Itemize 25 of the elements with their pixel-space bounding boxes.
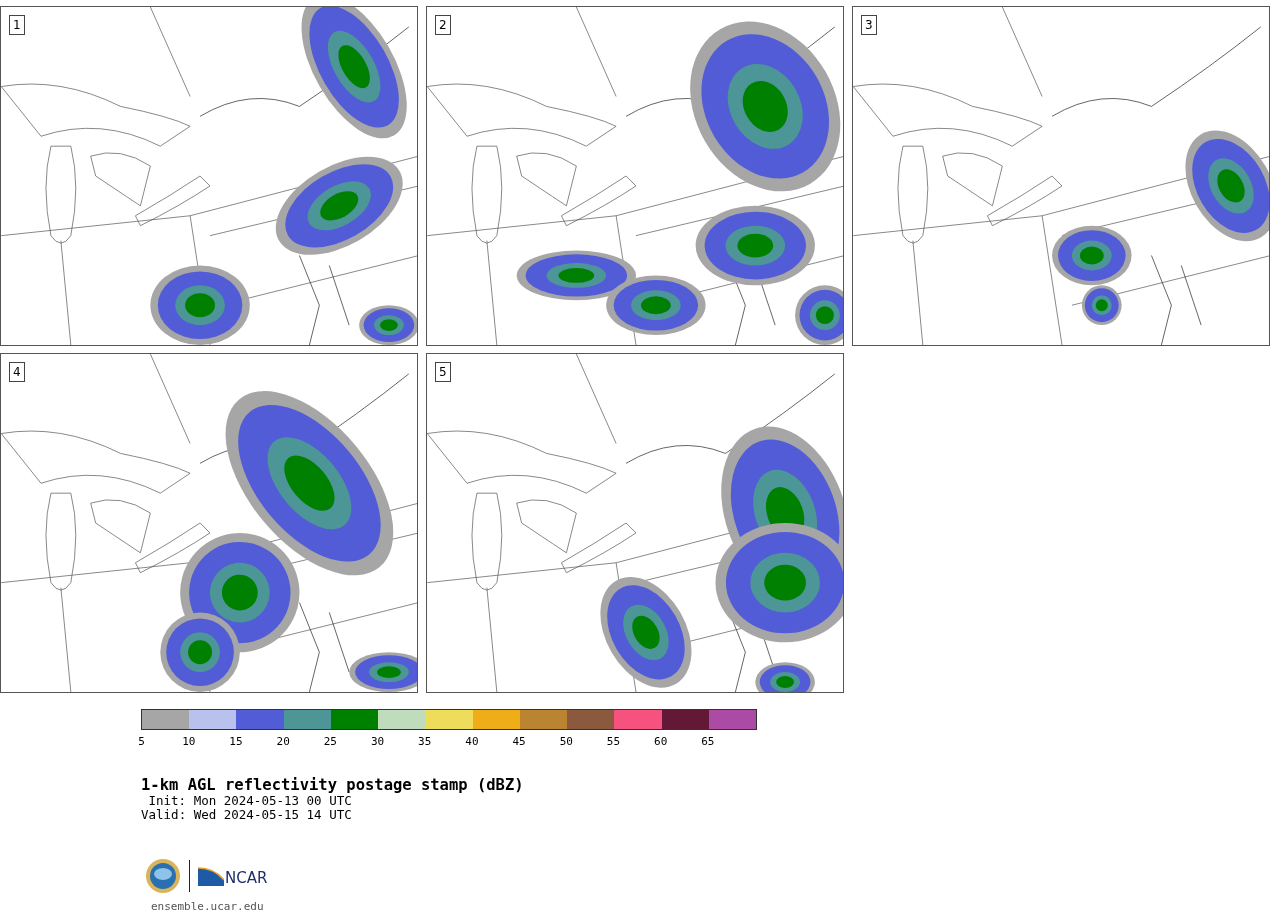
tick-label: 30 — [369, 735, 386, 748]
seal-icon — [145, 858, 181, 894]
panel-number: 4 — [9, 362, 25, 382]
init-time: Init: Mon 2024-05-13 00 UTC — [147, 794, 353, 808]
tick-label: 35 — [417, 735, 433, 748]
tick-label: 40 — [464, 735, 480, 748]
tick-label: 5 — [137, 735, 146, 748]
valid-time: Valid: Wed 2024-05-15 14 UTC — [141, 808, 353, 822]
panel-number: 1 — [9, 15, 25, 35]
tick-label: 65 — [700, 735, 716, 748]
tick-label: 50 — [558, 735, 574, 748]
tick-label: 60 — [653, 735, 669, 748]
swoosh-icon — [198, 866, 224, 886]
tick-label: 25 — [322, 735, 338, 748]
logo-wordmark: NCAR — [225, 870, 268, 886]
tick-label: 20 — [275, 735, 291, 748]
panel-number: 5 — [435, 362, 451, 382]
panel-number: 3 — [861, 15, 877, 35]
tick-label: 15 — [228, 735, 244, 748]
tick-label: 45 — [511, 735, 527, 748]
site-url: ensemble.ucar.edu — [151, 900, 265, 910]
tick-label: 55 — [605, 735, 622, 748]
tick-label: 10 — [181, 735, 197, 748]
panel-number: 2 — [435, 15, 451, 35]
chart-title: 1-km AGL reflectivity postage stamp (dBZ) — [141, 776, 525, 794]
